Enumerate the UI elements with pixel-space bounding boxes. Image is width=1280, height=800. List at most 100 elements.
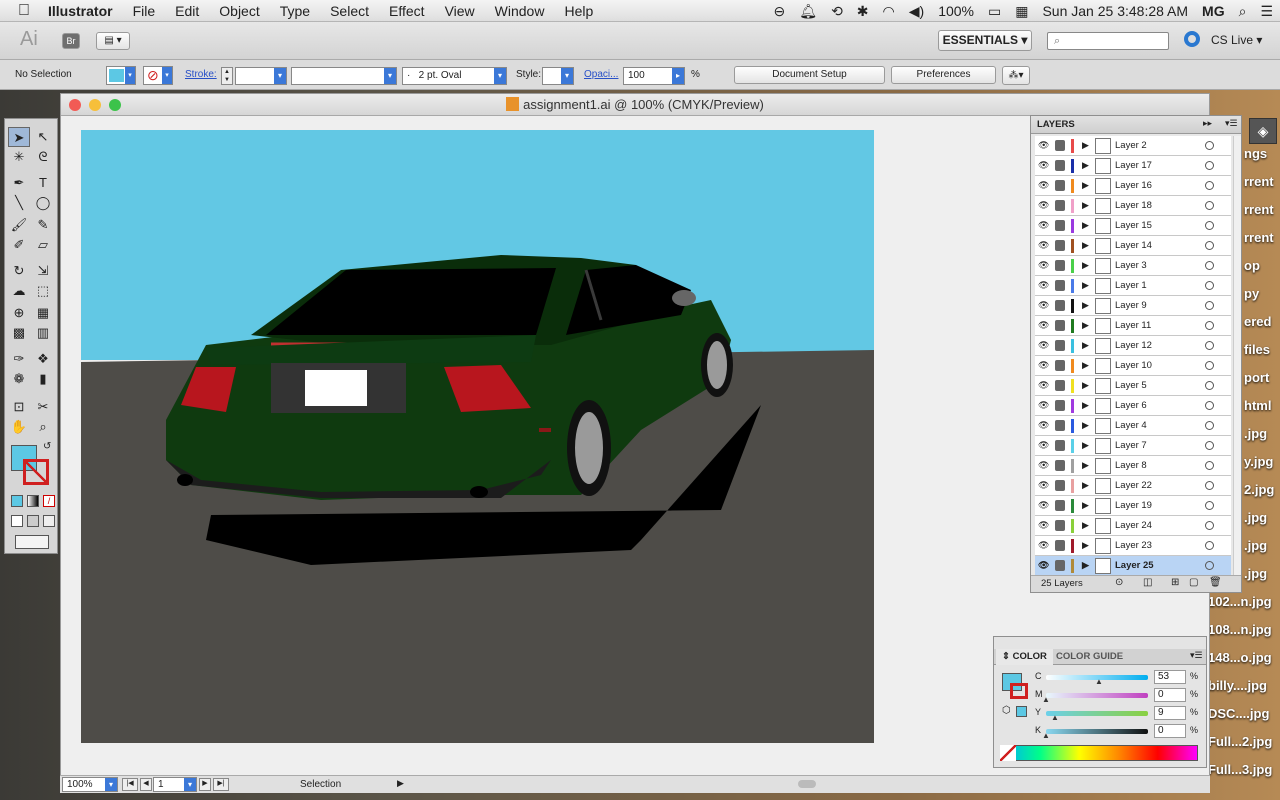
- layer-name[interactable]: Layer 14: [1115, 240, 1152, 251]
- layer-row[interactable]: 👁︎ ▶ Layer 4: [1035, 416, 1231, 436]
- next-artboard-button[interactable]: ▶: [199, 778, 211, 791]
- visibility-eye-icon[interactable]: 👁︎: [1038, 560, 1049, 571]
- flag-icon[interactable]: ▦: [1008, 3, 1035, 20]
- delete-layer-icon[interactable]: 🗑︎: [1209, 577, 1222, 588]
- channel-value[interactable]: 0: [1154, 724, 1186, 738]
- desktop-file-label[interactable]: html: [1244, 398, 1271, 413]
- lock-icon[interactable]: [1055, 360, 1065, 371]
- layer-row[interactable]: 👁︎ ▶ Layer 2: [1035, 136, 1231, 156]
- channel-slider[interactable]: [1046, 693, 1148, 698]
- shape-builder-tool[interactable]: ⊕: [8, 303, 30, 323]
- locate-object-icon[interactable]: ⊙: [1115, 577, 1123, 588]
- channel-value[interactable]: 9: [1154, 706, 1186, 720]
- expand-triangle-icon[interactable]: ▶: [1082, 140, 1089, 151]
- swap-colors-icon[interactable]: ↺: [43, 441, 51, 452]
- expand-triangle-icon[interactable]: ▶: [1082, 380, 1089, 391]
- none-color-icon[interactable]: [1000, 745, 1016, 761]
- desktop-file-label[interactable]: 102...n.jpg: [1208, 594, 1272, 609]
- expand-triangle-icon[interactable]: ▶: [1082, 500, 1089, 511]
- lock-icon[interactable]: [1055, 200, 1065, 211]
- visibility-eye-icon[interactable]: 👁︎: [1038, 500, 1049, 511]
- layer-name[interactable]: Layer 17: [1115, 160, 1152, 171]
- desktop-file-label[interactable]: rrent: [1244, 230, 1274, 245]
- layer-name[interactable]: Layer 4: [1115, 420, 1147, 431]
- draw-behind-button[interactable]: [27, 515, 39, 527]
- stroke-weight-stepper[interactable]: ▲ ▼: [221, 67, 233, 85]
- status-menu-arrow[interactable]: ▶: [397, 778, 404, 789]
- lock-icon[interactable]: [1055, 140, 1065, 151]
- desktop-file-label[interactable]: rrent: [1244, 174, 1274, 189]
- notification-center-icon[interactable]: ☰: [1253, 3, 1280, 20]
- layer-row[interactable]: 👁︎ ▶ Layer 17: [1035, 156, 1231, 176]
- visibility-eye-icon[interactable]: 👁︎: [1038, 480, 1049, 491]
- expand-triangle-icon[interactable]: ▶: [1082, 400, 1089, 411]
- lock-icon[interactable]: [1055, 220, 1065, 231]
- color-mode-button[interactable]: [11, 495, 23, 507]
- target-circle-icon[interactable]: [1205, 501, 1214, 510]
- slider-thumb-icon[interactable]: ▲: [1051, 713, 1059, 722]
- target-circle-icon[interactable]: [1205, 301, 1214, 310]
- desktop-file-label[interactable]: 148...o.jpg: [1208, 650, 1272, 665]
- target-circle-icon[interactable]: [1205, 381, 1214, 390]
- artboard-number-field[interactable]: 1 ▾: [153, 777, 197, 792]
- visibility-eye-icon[interactable]: 👁︎: [1038, 320, 1049, 331]
- previous-artboard-button[interactable]: ◀: [140, 778, 152, 791]
- visibility-eye-icon[interactable]: 👁︎: [1038, 160, 1049, 171]
- visibility-eye-icon[interactable]: 👁︎: [1038, 240, 1049, 251]
- expand-triangle-icon[interactable]: ▶: [1082, 220, 1089, 231]
- visibility-eye-icon[interactable]: 👁︎: [1038, 220, 1049, 231]
- paintbrush-tool[interactable]: 🖌︎: [8, 215, 30, 235]
- layer-row[interactable]: 👁︎ ▶ Layer 11: [1035, 316, 1231, 336]
- visibility-eye-icon[interactable]: 👁︎: [1038, 280, 1049, 291]
- desktop-file-label[interactable]: port: [1244, 370, 1269, 385]
- desktop-file-label[interactable]: ngs: [1244, 146, 1267, 161]
- wifi-icon[interactable]: ◠: [876, 3, 902, 20]
- draw-normal-button[interactable]: [11, 515, 23, 527]
- expand-triangle-icon[interactable]: ▶: [1082, 300, 1089, 311]
- menu-window[interactable]: Window: [485, 0, 555, 22]
- out-of-gamut-icon[interactable]: ⬡: [1002, 705, 1011, 716]
- battery-icon[interactable]: ▭: [981, 3, 1008, 20]
- target-circle-icon[interactable]: [1205, 261, 1214, 270]
- layer-row[interactable]: 👁︎ ▶ Layer 9: [1035, 296, 1231, 316]
- magic-wand-tool[interactable]: ✳: [8, 147, 30, 167]
- brush-definition[interactable]: · 2 pt. Oval ▾: [402, 67, 507, 85]
- visibility-eye-icon[interactable]: 👁︎: [1038, 300, 1049, 311]
- layer-name[interactable]: Layer 25: [1115, 560, 1154, 571]
- horizontal-scrollbar[interactable]: [798, 780, 816, 788]
- menu-effect[interactable]: Effect: [379, 0, 435, 22]
- layer-row[interactable]: 👁︎ ▶ Layer 19: [1035, 496, 1231, 516]
- layer-row[interactable]: 👁︎ ▶ Layer 1: [1035, 276, 1231, 296]
- blob-brush-tool[interactable]: ✐: [8, 235, 30, 255]
- layer-name[interactable]: Layer 15: [1115, 220, 1152, 231]
- select-similar-button[interactable]: ⁂▾: [1002, 66, 1030, 85]
- volume-icon[interactable]: ◀︎): [902, 3, 931, 20]
- layers-dock-icon[interactable]: ◈: [1249, 118, 1277, 144]
- layer-name[interactable]: Layer 7: [1115, 440, 1147, 451]
- target-circle-icon[interactable]: [1205, 181, 1214, 190]
- lock-icon[interactable]: [1055, 280, 1065, 291]
- free-transform-tool[interactable]: ⬚: [32, 281, 54, 301]
- visibility-eye-icon[interactable]: 👁︎: [1038, 440, 1049, 451]
- target-circle-icon[interactable]: [1205, 241, 1214, 250]
- do-not-disturb-icon[interactable]: ⊖: [767, 3, 793, 20]
- lock-icon[interactable]: [1055, 180, 1065, 191]
- new-layer-icon[interactable]: ▢: [1189, 577, 1198, 588]
- close-button[interactable]: [69, 99, 81, 111]
- desktop-file-label[interactable]: .jpg: [1244, 538, 1267, 553]
- color-stroke-swatch[interactable]: [1010, 683, 1028, 699]
- desktop-file-label[interactable]: op: [1244, 258, 1260, 273]
- opacity-field[interactable]: 100 ▸: [623, 67, 685, 85]
- slider-thumb-icon[interactable]: ▲: [1042, 731, 1050, 740]
- zoom-tool[interactable]: ⌕: [32, 417, 54, 437]
- line-segment-tool[interactable]: ╲: [8, 193, 30, 213]
- layer-row[interactable]: 👁︎ ▶ Layer 22: [1035, 476, 1231, 496]
- target-circle-icon[interactable]: [1205, 341, 1214, 350]
- blend-tool[interactable]: ❖: [32, 349, 54, 369]
- eraser-tool[interactable]: ▱: [32, 235, 54, 255]
- slider-thumb-icon[interactable]: ▲: [1095, 677, 1103, 686]
- layer-row[interactable]: 👁︎ ▶ Layer 18: [1035, 196, 1231, 216]
- visibility-eye-icon[interactable]: 👁︎: [1038, 360, 1049, 371]
- layer-row[interactable]: 👁︎ ▶ Layer 15: [1035, 216, 1231, 236]
- desktop-file-label[interactable]: py: [1244, 286, 1259, 301]
